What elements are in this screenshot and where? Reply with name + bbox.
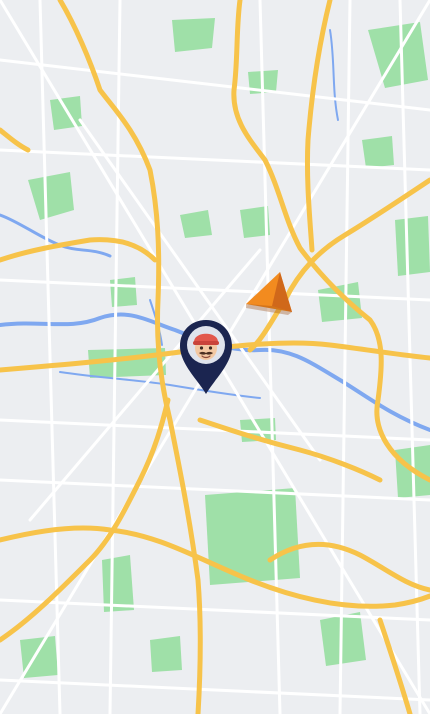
navigation-arrow-icon: [246, 272, 292, 315]
user-location-pin[interactable]: [178, 318, 234, 396]
park-northeast-small: [362, 136, 394, 168]
park-center-north: [180, 210, 212, 238]
park-large-south: [205, 488, 300, 585]
park-southwest: [102, 555, 134, 612]
park-south-center: [150, 636, 182, 672]
park-north: [172, 18, 215, 52]
navigation-arrow[interactable]: [242, 268, 296, 320]
park-east-edge: [395, 216, 430, 276]
park-northwest: [50, 96, 82, 130]
park-far-south: [320, 612, 366, 666]
memoji-avatar-icon: [180, 320, 232, 394]
map-view[interactable]: [0, 0, 430, 714]
park-west-small: [110, 277, 137, 307]
